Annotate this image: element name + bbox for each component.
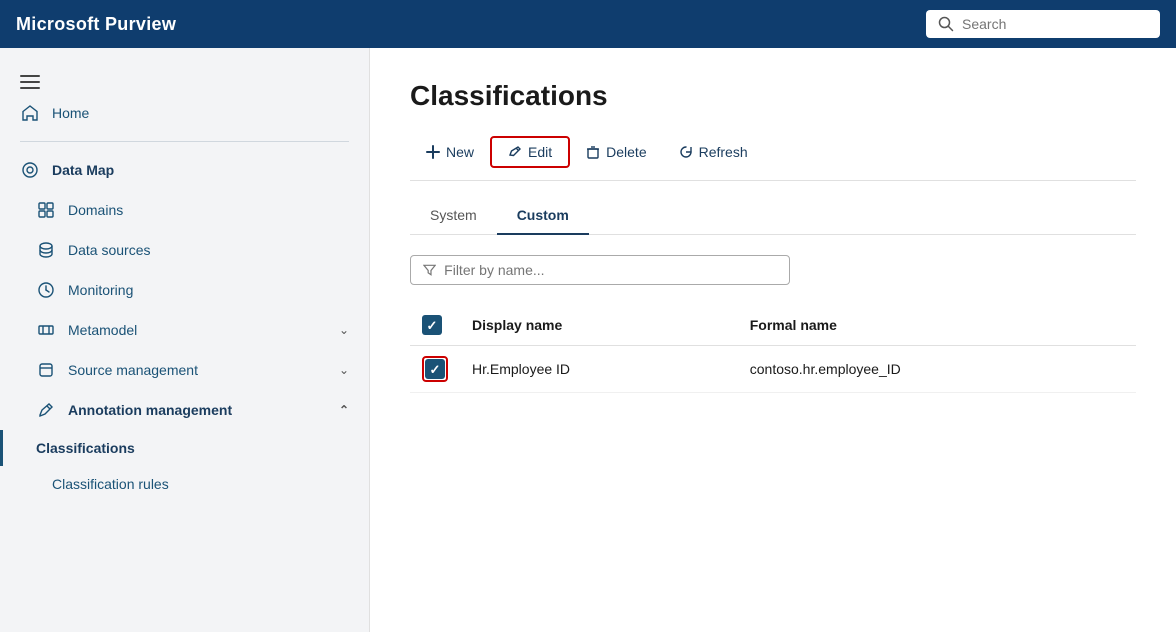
sidebar-item-data-map[interactable]: Data Map: [0, 150, 369, 190]
home-icon: [20, 103, 40, 123]
sidebar-label-monitoring: Monitoring: [68, 282, 133, 298]
sidebar-item-monitoring[interactable]: Monitoring: [0, 270, 369, 310]
sidebar-item-classification-rules[interactable]: Classification rules: [0, 466, 369, 502]
tabs: System Custom: [410, 197, 1136, 235]
sidebar-label-data-sources: Data sources: [68, 242, 150, 258]
edit-icon: [508, 145, 522, 159]
search-input[interactable]: [962, 16, 1148, 32]
select-all-checkbox[interactable]: ✓: [422, 315, 442, 335]
data-sources-icon: [36, 240, 56, 260]
sidebar-item-source-management[interactable]: Source management ⌄: [0, 350, 369, 390]
row-checkbox-check: ✓: [430, 363, 441, 376]
monitoring-icon: [36, 280, 56, 300]
delete-icon: [586, 145, 600, 159]
edit-button[interactable]: Edit: [490, 136, 570, 168]
refresh-label: Refresh: [699, 144, 748, 160]
delete-label: Delete: [606, 144, 646, 160]
sidebar-label-source-management: Source management: [68, 362, 198, 378]
sidebar-label-metamodel: Metamodel: [68, 322, 137, 338]
page-title: Classifications: [410, 80, 1136, 112]
row-checkbox-wrapper[interactable]: ✓: [422, 356, 448, 382]
table-row: ✓ Hr.Employee ID contoso.hr.employee_ID: [410, 346, 1136, 393]
formal-name-header: Formal name: [738, 305, 1136, 346]
formal-name-cell: contoso.hr.employee_ID: [738, 346, 1136, 393]
new-button[interactable]: New: [410, 138, 490, 166]
main-layout: Home Data Map Domains Data sources: [0, 48, 1176, 632]
sidebar-item-annotation-management[interactable]: Annotation management ⌃: [0, 390, 369, 430]
metamodel-icon: [36, 320, 56, 340]
delete-button[interactable]: Delete: [570, 138, 662, 166]
refresh-icon: [679, 145, 693, 159]
search-icon: [938, 16, 954, 32]
data-map-icon: [20, 160, 40, 180]
app-title: Microsoft Purview: [16, 14, 176, 35]
sidebar-item-metamodel[interactable]: Metamodel ⌄: [0, 310, 369, 350]
sidebar-item-domains[interactable]: Domains: [0, 190, 369, 230]
edit-label: Edit: [528, 144, 552, 160]
checkbox-check-all: ✓: [427, 319, 438, 332]
sidebar-label-data-map: Data Map: [52, 162, 114, 178]
source-mgmt-chevron: ⌄: [339, 363, 349, 377]
new-icon: [426, 145, 440, 159]
display-name-header: Display name: [460, 305, 738, 346]
filter-icon: [423, 263, 436, 277]
refresh-button[interactable]: Refresh: [663, 138, 764, 166]
row-checkbox-cell[interactable]: ✓: [410, 346, 460, 393]
tab-system[interactable]: System: [410, 197, 497, 235]
checkbox-header-col: ✓: [410, 305, 460, 346]
domains-icon: [36, 200, 56, 220]
sidebar-item-data-sources[interactable]: Data sources: [0, 230, 369, 270]
sidebar-item-home[interactable]: Home: [0, 93, 369, 133]
sidebar: Home Data Map Domains Data sources: [0, 48, 370, 632]
data-table: ✓ Display name Formal name: [410, 305, 1136, 393]
new-label: New: [446, 144, 474, 160]
sidebar-label-domains: Domains: [68, 202, 123, 218]
sidebar-label-home: Home: [52, 105, 89, 121]
sidebar-divider-1: [20, 141, 349, 142]
display-name-cell: Hr.Employee ID: [460, 346, 738, 393]
tab-custom[interactable]: Custom: [497, 197, 589, 235]
filter-input[interactable]: [444, 262, 777, 278]
sidebar-label-classifications: Classifications: [36, 440, 135, 456]
hamburger-button[interactable]: [16, 71, 44, 93]
sidebar-label-classification-rules: Classification rules: [52, 476, 169, 492]
sidebar-item-classifications[interactable]: Classifications: [0, 430, 369, 466]
toolbar: New Edit Delete Refresh: [410, 136, 1136, 181]
sidebar-label-annotation-management: Annotation management: [68, 402, 232, 418]
top-header: Microsoft Purview: [0, 0, 1176, 48]
annotation-chevron: ⌃: [339, 403, 349, 417]
annotation-management-icon: [36, 400, 56, 420]
search-box[interactable]: [926, 10, 1160, 38]
source-management-icon: [36, 360, 56, 380]
row-checkbox[interactable]: ✓: [425, 359, 445, 379]
content-area: Classifications New Edit Delete Refresh: [370, 48, 1176, 632]
filter-input-wrap[interactable]: [410, 255, 790, 285]
metamodel-chevron: ⌄: [339, 323, 349, 337]
